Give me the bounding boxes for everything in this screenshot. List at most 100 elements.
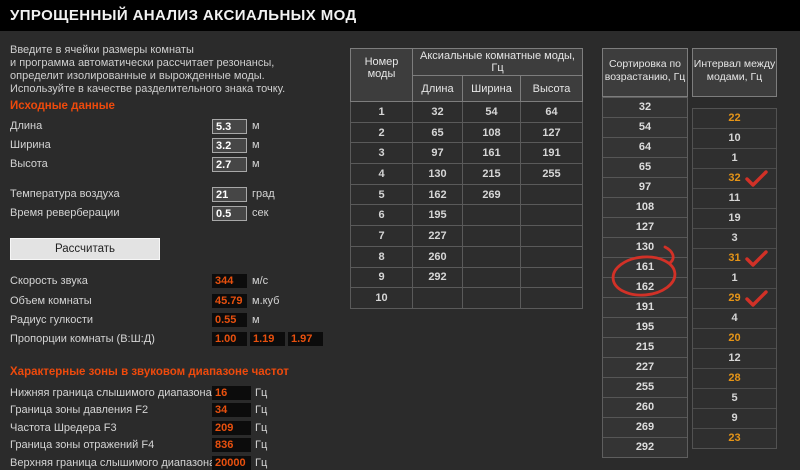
modes-table-row: 8 260: [350, 245, 583, 268]
modes-table-cell: 6: [350, 204, 413, 227]
temperature-input[interactable]: [212, 187, 247, 202]
radius-value: 0.55: [212, 313, 247, 327]
modes-table-cell: 127: [520, 121, 583, 144]
modes-table-subheader-height: Высота: [520, 75, 583, 102]
sorted-value-cell: 260: [603, 398, 687, 418]
modes-table-cell: 292: [412, 266, 463, 289]
title-bar: УПРОЩЕННЫЙ АНАЛИЗ АКСИАЛЬНЫХ МОД: [0, 0, 800, 31]
sorted-value-cell: 97: [603, 178, 687, 198]
proportions-label: Пропорции комнаты (В:Ш:Д): [10, 333, 155, 345]
interval-value: 19: [728, 212, 741, 224]
interval-value: 10: [728, 132, 741, 144]
interval-column-header: Интервал между модами, Гц: [692, 48, 777, 97]
modes-table-row: 7 227: [350, 225, 583, 247]
modes-table-cell: [520, 183, 583, 206]
interval-value: 12: [728, 352, 741, 364]
sorted-value-cell: 65: [603, 158, 687, 178]
sorted-value-cell: 161: [603, 258, 687, 278]
interval-value: 1: [731, 152, 738, 164]
modes-table-cell: 2: [350, 121, 413, 144]
modes-table-row: 3 97 161 191: [350, 142, 583, 165]
modes-table-cell: [520, 245, 583, 268]
modes-table-cell: 269: [462, 183, 521, 206]
modes-table-row: 4 130 215 255: [350, 163, 583, 185]
height-input[interactable]: [212, 157, 247, 172]
interval-value-cell: 32: [693, 169, 776, 189]
intro-text: Введите в ячейки размеры комнаты и прогр…: [10, 44, 285, 96]
reverb-unit: сек: [252, 207, 269, 219]
interval-value-cell: 31: [693, 249, 776, 269]
sorted-column-header: Сортировка по возрастанию, Гц: [602, 48, 688, 97]
modes-table-cell: 191: [520, 142, 583, 165]
modes-table-row: 6 195: [350, 204, 583, 227]
sorted-column: 32 54 64 65 97 108 127 130 161 162 191 195 215 227 255…: [602, 97, 688, 458]
interval-value: 11: [728, 192, 741, 204]
intro-line: и программа автоматически рассчитает рез…: [10, 57, 275, 69]
modes-table-cell: [412, 287, 463, 309]
interval-value-cell: 3: [693, 229, 776, 249]
modes-table-cell: 5: [350, 183, 413, 206]
interval-value: 5: [731, 392, 738, 404]
modes-table-cell: 7: [350, 225, 413, 247]
modes-table-cell: [520, 204, 583, 227]
zone-f4-unit: Гц: [255, 439, 268, 451]
modes-table-row: 5 162 269: [350, 183, 583, 206]
intro-line: Введите в ячейки размеры комнаты: [10, 44, 194, 56]
modes-table-cell: 65: [412, 121, 463, 144]
interval-value-cell: 19: [693, 209, 776, 229]
sorted-value-cell: 255: [603, 378, 687, 398]
interval-value-cell: 12: [693, 349, 776, 369]
sorted-value-cell: 64: [603, 138, 687, 158]
modes-table-subheader-width: Ширина: [462, 75, 521, 102]
modes-table-cell: 54: [462, 101, 521, 123]
sorted-value-cell: 32: [603, 98, 687, 118]
modes-table-cell: 97: [412, 142, 463, 165]
volume-unit: м.куб: [252, 295, 280, 307]
red-checkmark-icon: [745, 170, 768, 187]
interval-value: 31: [728, 252, 741, 264]
length-input[interactable]: [212, 119, 247, 134]
modes-table-subheader-length: Длина: [412, 75, 463, 102]
modes-table-cell: 108: [462, 121, 521, 144]
interval-value-cell: 5: [693, 389, 776, 409]
zone-f2-value: 34: [212, 403, 251, 417]
modes-table-cell: 130: [412, 163, 463, 185]
reverb-input[interactable]: [212, 206, 247, 221]
intro-line: определит изолированные и вырожденные мо…: [10, 70, 265, 82]
length-unit: м: [252, 120, 260, 132]
interval-value: 20: [728, 332, 741, 344]
modes-table-header-mode: Номер моды: [350, 48, 413, 102]
modes-table-row: 9 292: [350, 266, 583, 289]
modes-table-cell: 195: [412, 204, 463, 227]
sorted-value-cell: 54: [603, 118, 687, 138]
modes-table-cell: 4: [350, 163, 413, 185]
width-unit: м: [252, 139, 260, 151]
calculate-button[interactable]: Рассчитать: [10, 238, 160, 260]
temperature-unit: град: [252, 188, 275, 200]
modes-table-cell: 227: [412, 225, 463, 247]
sorted-value-cell: 162: [603, 278, 687, 298]
zone-f4-value: 836: [212, 438, 251, 452]
interval-value: 9: [731, 412, 738, 424]
sorted-value-cell: 130: [603, 238, 687, 258]
modes-table-cell: 215: [462, 163, 521, 185]
modes-table-cell: 9: [350, 266, 413, 289]
modes-table-cell: 1: [350, 101, 413, 123]
intro-line: Используйте в качестве разделительного з…: [10, 83, 286, 95]
zone-f4-label: Граница зоны отражений F4: [10, 439, 155, 451]
page-title: УПРОЩЕННЫЙ АНАЛИЗ АКСИАЛЬНЫХ МОД: [10, 7, 357, 24]
sorted-value-cell: 269: [603, 418, 687, 438]
zone-f2-unit: Гц: [255, 404, 268, 416]
sorted-value-cell: 215: [603, 338, 687, 358]
width-input[interactable]: [212, 138, 247, 153]
proportion-value-3: 1.97: [288, 332, 323, 346]
modes-table-cell: 8: [350, 245, 413, 268]
modes-table-body: 1 32 54 64 2 65 108 127 3 97 161 191 4 130 215 255 5 162 2…: [350, 101, 583, 309]
modes-table-cell: [520, 266, 583, 289]
sorted-value-cell: 195: [603, 318, 687, 338]
modes-table-row: 2 65 108 127: [350, 121, 583, 144]
temperature-label: Температура воздуха: [10, 188, 120, 200]
modes-table-cell: [520, 287, 583, 309]
zone-f3-unit: Гц: [255, 422, 268, 434]
sorted-value-cell: 191: [603, 298, 687, 318]
